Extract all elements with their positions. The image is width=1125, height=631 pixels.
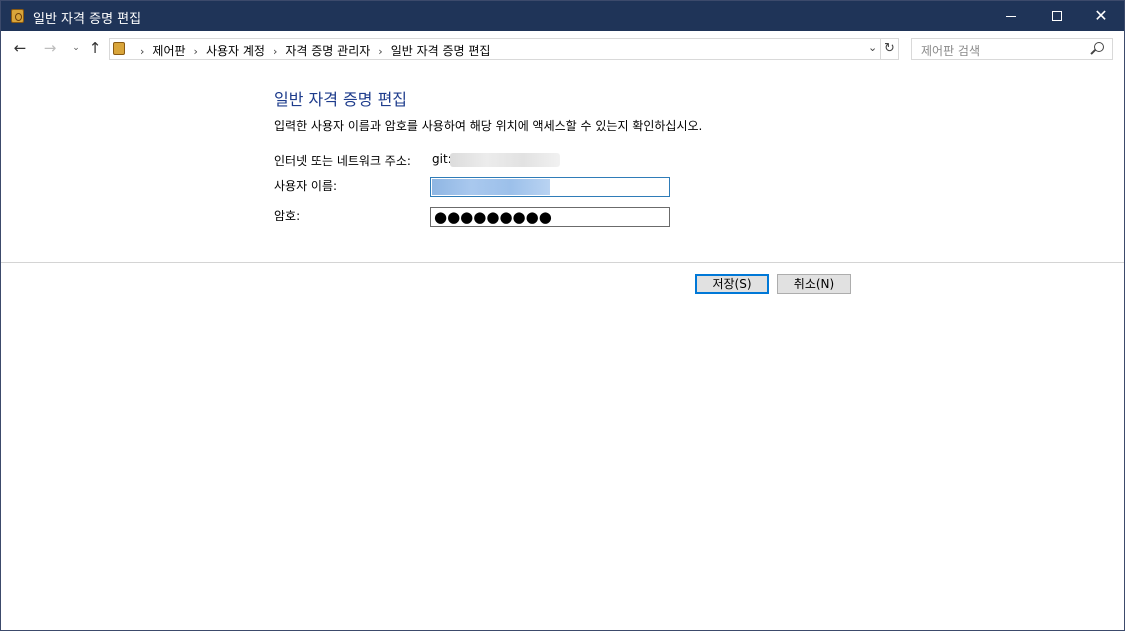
breadcrumb-separator[interactable]: › xyxy=(378,45,382,58)
maximize-icon xyxy=(1052,11,1062,21)
breadcrumb-control-panel[interactable]: 제어판 xyxy=(152,42,185,59)
username-label: 사용자 이름: xyxy=(274,179,338,193)
password-field[interactable]: ●●●●●●●●● xyxy=(430,207,670,227)
forward-arrow-icon[interactable]: → xyxy=(41,39,59,57)
address-value: git: xyxy=(432,152,452,166)
page-description: 입력한 사용자 이름과 암호를 사용하여 해당 위치에 액세스할 수 있는지 확… xyxy=(274,119,703,133)
password-mask: ●●●●●●●●● xyxy=(434,208,552,226)
maximize-button[interactable] xyxy=(1034,1,1080,31)
search-box[interactable]: 제어판 검색 xyxy=(911,38,1113,60)
close-icon: ✕ xyxy=(1094,6,1108,25)
search-icon[interactable] xyxy=(1094,42,1104,52)
credential-manager-icon xyxy=(11,9,24,23)
credential-edit-window: 일반 자격 증명 편집 ✕ ← → ⌄ ↑ › 제어판 › 사용자 계정 › 자격 증명 … xyxy=(0,0,1125,631)
minimize-icon xyxy=(1006,16,1016,17)
breadcrumb-separator[interactable]: › xyxy=(273,45,277,58)
address-bar[interactable]: › 제어판 › 사용자 계정 › 자격 증명 관리자 › 일반 자격 증명 편집 ⌄ xyxy=(109,38,881,60)
username-value-redacted xyxy=(432,179,550,195)
address-label: 인터넷 또는 네트워크 주소: xyxy=(274,154,411,168)
main-content: 일반 자격 증명 편집 입력한 사용자 이름과 암호를 사용하여 해당 위치에 … xyxy=(1,65,1124,630)
breadcrumb-separator[interactable]: › xyxy=(194,45,198,58)
refresh-icon[interactable]: ↻ xyxy=(881,38,899,60)
cancel-button[interactable]: 취소(N) xyxy=(777,274,851,294)
save-button[interactable]: 저장(S) xyxy=(695,274,769,294)
up-arrow-icon[interactable]: ↑ xyxy=(86,39,104,57)
control-panel-location-icon xyxy=(113,42,125,55)
address-value-redacted xyxy=(450,153,560,167)
navigation-bar: ← → ⌄ ↑ › 제어판 › 사용자 계정 › 자격 증명 관리자 › 일반 자격 증명 편… xyxy=(1,31,1124,65)
password-label: 암호: xyxy=(274,209,301,223)
back-arrow-icon[interactable]: ← xyxy=(11,39,29,57)
page-title: 일반 자격 증명 편집 xyxy=(274,90,408,109)
username-field[interactable] xyxy=(430,177,670,197)
recent-locations-chevron-icon[interactable]: ⌄ xyxy=(67,39,85,57)
breadcrumb-user-accounts[interactable]: 사용자 계정 xyxy=(206,42,265,59)
window-title: 일반 자격 증명 편집 xyxy=(33,12,142,27)
minimize-button[interactable] xyxy=(988,1,1034,31)
divider xyxy=(1,262,1124,263)
address-dropdown-chevron-icon[interactable]: ⌄ xyxy=(868,41,877,54)
search-input[interactable]: 제어판 검색 xyxy=(921,42,980,59)
breadcrumb-credential-manager[interactable]: 자격 증명 관리자 xyxy=(285,42,370,59)
breadcrumb: › 제어판 › 사용자 계정 › 자격 증명 관리자 › 일반 자격 증명 편집 xyxy=(132,42,490,59)
title-bar: 일반 자격 증명 편집 ✕ xyxy=(1,1,1124,31)
breadcrumb-separator: › xyxy=(140,45,145,58)
close-button[interactable]: ✕ xyxy=(1078,1,1124,31)
breadcrumb-edit-generic-credential[interactable]: 일반 자격 증명 편집 xyxy=(391,42,491,59)
